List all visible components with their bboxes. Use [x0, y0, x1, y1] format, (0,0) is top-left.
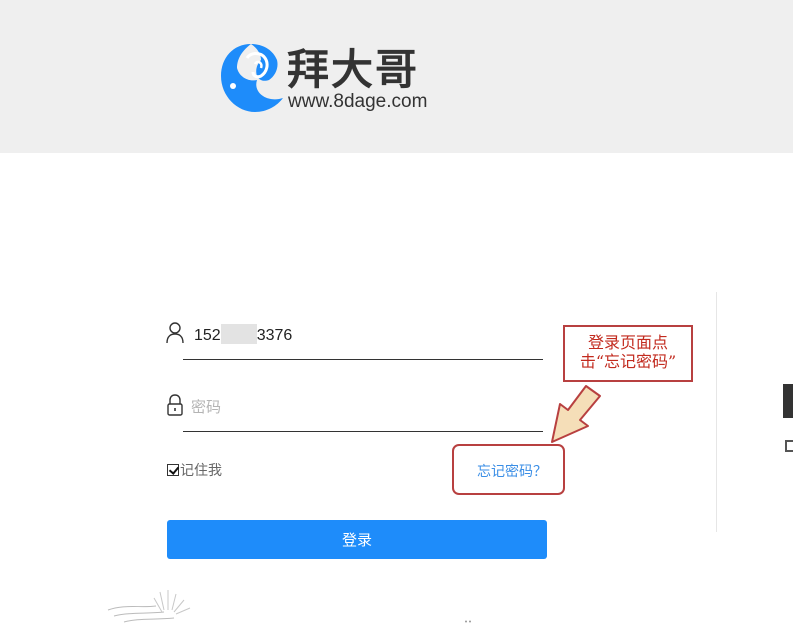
brand-title: 拜大哥: [287, 45, 420, 94]
remember-label: 记住我: [180, 463, 222, 479]
brand-logo[interactable]: 拜大哥 www.8dage.com: [217, 40, 447, 116]
callout-line-1: 登录页面点: [587, 333, 668, 352]
header-bar: 拜大哥 www.8dage.com: [0, 0, 793, 153]
callout-line-2: 击“忘记密码”: [579, 352, 677, 371]
username-field[interactable]: 152 3376: [163, 318, 543, 360]
remember-me[interactable]: 记住我: [167, 461, 222, 479]
edge-fragment: [785, 440, 793, 452]
decorative-dots: [465, 620, 471, 623]
password-field[interactable]: [163, 390, 543, 432]
arrow-down-left-icon: [551, 385, 601, 443]
annotation-callout: 登录页面点 击“忘记密码”: [563, 325, 693, 382]
vertical-divider: [716, 292, 717, 532]
username-underline: [183, 359, 543, 360]
forgot-password-link[interactable]: 忘记密码？: [477, 461, 547, 481]
password-underline: [183, 431, 543, 432]
user-icon: [166, 322, 184, 344]
elephant-logo-icon: [221, 44, 283, 112]
login-button[interactable]: 登录: [167, 520, 547, 559]
remember-checkbox[interactable]: [167, 464, 179, 476]
password-input[interactable]: [191, 392, 531, 422]
decorative-sketch: [107, 590, 191, 623]
edge-fragment: [783, 384, 793, 418]
redacted-block: [220, 324, 257, 344]
username-suffix: 3376: [256, 327, 293, 344]
lock-icon: [167, 394, 183, 416]
username-value[interactable]: 152 3376: [194, 324, 292, 345]
brand-url: www.8dage.com: [288, 91, 428, 112]
username-prefix: 152: [194, 327, 221, 344]
